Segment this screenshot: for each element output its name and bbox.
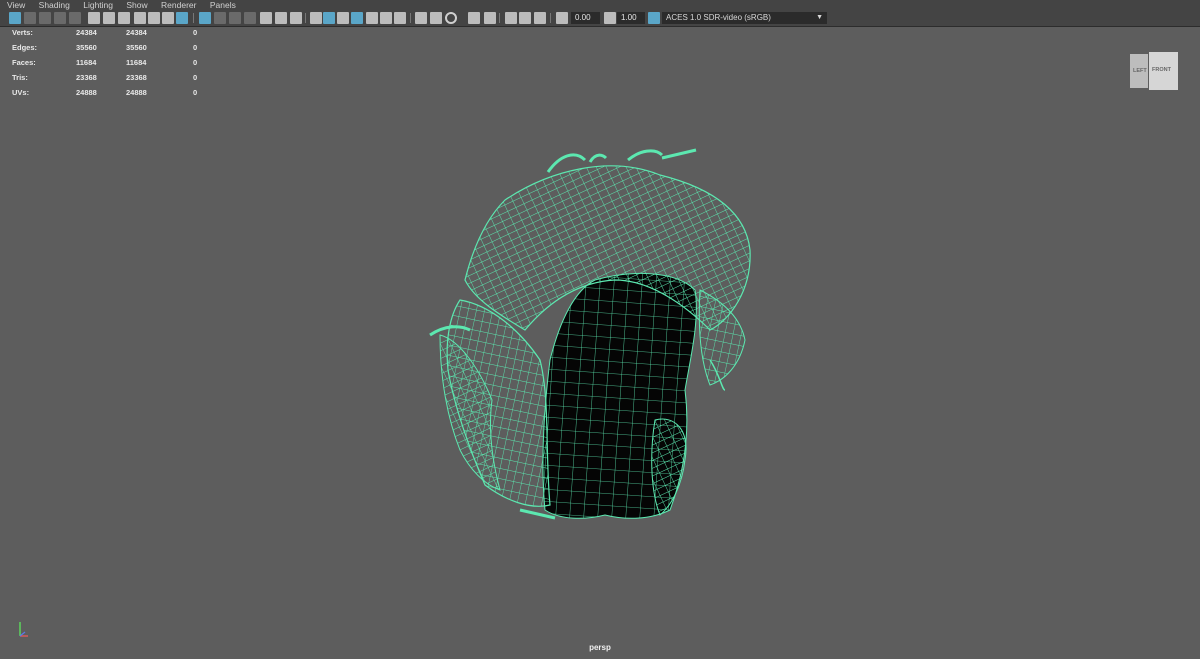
gate-mask-icon[interactable] [148, 12, 160, 24]
poly-count-hud: Verts: 24384 24384 0 Edges: 35560 35560 … [12, 28, 212, 103]
hud-row: Tris: 23368 23368 0 [12, 73, 212, 88]
hud-row: Verts: 24384 24384 0 [12, 28, 212, 43]
smooth-shade-icon[interactable] [214, 12, 226, 24]
xray-joints-icon[interactable] [290, 12, 302, 24]
hud-label: Faces: [12, 58, 36, 67]
hud-value: 24888 [76, 88, 97, 97]
select-camera-icon[interactable] [9, 12, 21, 24]
colorspace-dropdown[interactable]: ACES 1.0 SDR-video (sRGB) ▼ [662, 12, 827, 24]
view-cube-front-face[interactable]: FRONT [1149, 52, 1178, 90]
hud-value: 0 [193, 88, 198, 97]
hud-value: 23368 [126, 73, 147, 82]
hud-row: Edges: 35560 35560 0 [12, 43, 212, 58]
toolbar-separator [305, 13, 306, 23]
camera-name-label: persp [589, 643, 611, 652]
default-material-icon[interactable] [229, 12, 241, 24]
view-cube-left-face[interactable]: LEFT [1130, 54, 1148, 88]
safe-action-icon[interactable] [176, 12, 188, 24]
hud-value: 11684 [76, 58, 97, 67]
film-gate-icon[interactable] [118, 12, 130, 24]
use-lights-icon[interactable] [310, 12, 322, 24]
hud-label: Tris: [12, 73, 28, 82]
exposure-field[interactable] [617, 12, 645, 24]
exposure-toggle-icon[interactable] [604, 12, 616, 24]
colorspace-value: ACES 1.0 SDR-video (sRGB) [666, 13, 771, 22]
menu-shading[interactable]: Shading [39, 0, 70, 10]
axis-gizmo-icon [19, 622, 28, 637]
bookmark-icon[interactable] [39, 12, 51, 24]
hud-value: 24384 [76, 28, 97, 37]
toolbar-separator [550, 13, 551, 23]
view-cube[interactable]: LEFT FRONT [1130, 52, 1180, 90]
hud-value: 35560 [76, 43, 97, 52]
menu-lighting[interactable]: Lighting [83, 0, 113, 10]
hud-icon[interactable] [430, 12, 442, 24]
wireframe-icon[interactable] [199, 12, 211, 24]
image-plane-icon[interactable] [54, 12, 66, 24]
hair-mesh [429, 148, 751, 520]
hud-value: 23368 [76, 73, 97, 82]
hud-value: 35560 [126, 43, 147, 52]
menu-panels[interactable]: Panels [210, 0, 236, 10]
hud-label: UVs: [12, 88, 30, 97]
hud-label: Edges: [12, 43, 38, 52]
camera-attributes-icon[interactable] [24, 12, 36, 24]
menu-renderer[interactable]: Renderer [161, 0, 196, 10]
backface-culling-icon[interactable] [505, 12, 517, 24]
toolbar-separator [410, 13, 411, 23]
shadows-icon[interactable] [337, 12, 349, 24]
resolution-gate-icon[interactable] [134, 12, 146, 24]
chevron-down-icon: ▼ [816, 14, 823, 21]
menu-view[interactable]: View [7, 0, 25, 10]
two-sided-lighting-icon[interactable] [519, 12, 531, 24]
isolate-view-icon[interactable] [415, 12, 427, 24]
grid-icon[interactable] [445, 12, 457, 24]
toolbar-separator [499, 13, 500, 23]
viewport-toolbar: ACES 1.0 SDR-video (sRGB) ▼ [0, 10, 1200, 27]
depth-of-field-icon[interactable] [394, 12, 406, 24]
hud-value: 24384 [126, 28, 147, 37]
hud-value: 0 [193, 28, 198, 37]
hud-value: 11684 [126, 58, 147, 67]
screen-space-ao-icon[interactable] [351, 12, 363, 24]
color-management-icon[interactable] [648, 12, 660, 24]
gamma-icon[interactable] [556, 12, 568, 24]
grease-pencil-icon[interactable] [88, 12, 100, 24]
all-lights-icon[interactable] [323, 12, 335, 24]
xray-icon[interactable] [275, 12, 287, 24]
hud-value: 24888 [126, 88, 147, 97]
isolate-select-icon[interactable] [260, 12, 272, 24]
toolbar-separator [193, 13, 194, 23]
texture-icon[interactable] [468, 12, 480, 24]
2d-pan-zoom-icon[interactable] [69, 12, 81, 24]
anti-aliasing-icon[interactable] [380, 12, 392, 24]
hud-value: 0 [193, 43, 198, 52]
view-cube-front-label: FRONT [1152, 67, 1171, 73]
textured-icon[interactable] [244, 12, 256, 24]
hud-row: Faces: 11684 11684 0 [12, 58, 212, 73]
hud-value: 0 [193, 73, 198, 82]
camera-icon[interactable] [103, 12, 115, 24]
gamma-field[interactable] [571, 12, 600, 24]
viewport-menubar: View Shading Lighting Show Renderer Pane… [0, 0, 1200, 10]
hud-row: UVs: 24888 24888 0 [12, 88, 212, 103]
hud-label: Verts: [12, 28, 33, 37]
view-cube-left-label: LEFT [1133, 68, 1147, 74]
menu-show[interactable]: Show [126, 0, 147, 10]
hair-wireframe-model[interactable] [400, 130, 800, 550]
field-chart-icon[interactable] [162, 12, 174, 24]
xray-active-icon[interactable] [484, 12, 496, 24]
motion-blur-icon[interactable] [366, 12, 378, 24]
hud-value: 0 [193, 58, 198, 67]
exposure-icon[interactable] [534, 12, 546, 24]
